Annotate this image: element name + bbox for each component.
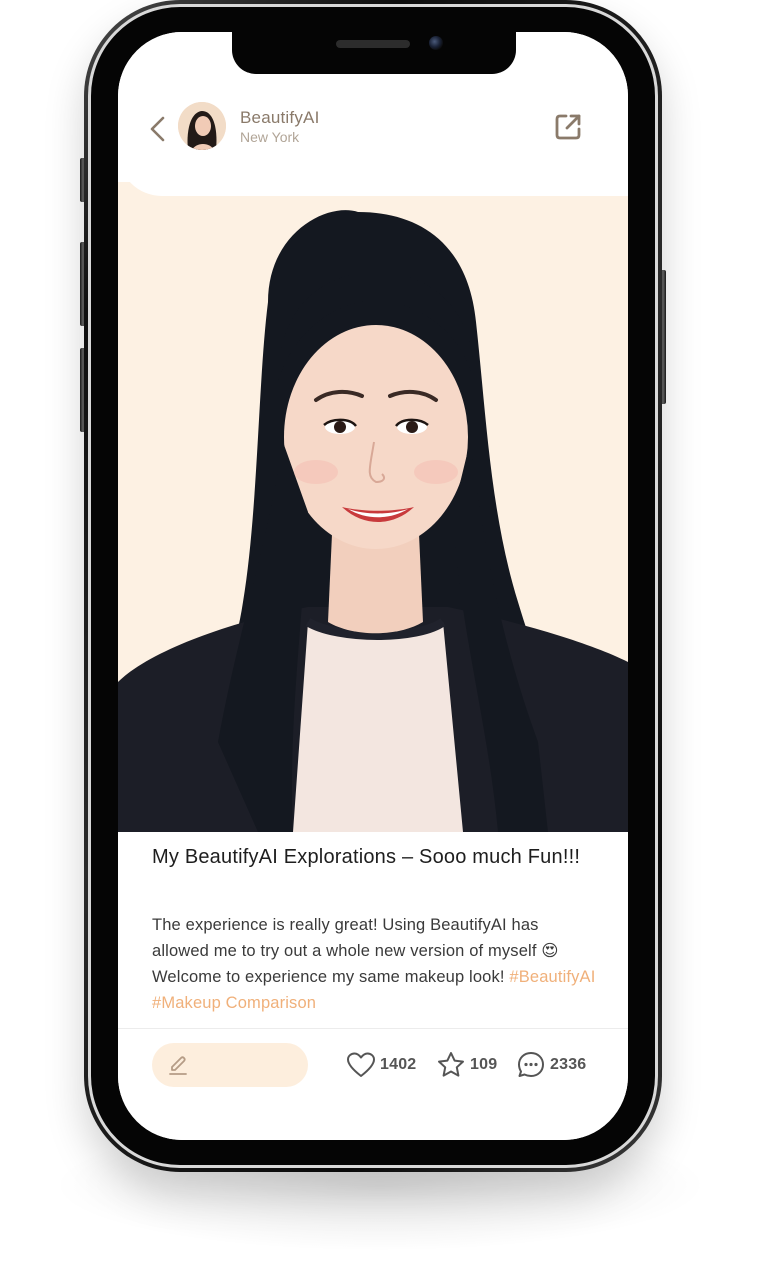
hashtag-makeup-comparison[interactable]: #Makeup Comparison: [152, 994, 316, 1012]
post-body: The experience is really great! Using Be…: [152, 912, 596, 1016]
back-button[interactable]: [146, 114, 170, 144]
action-bar: 1402 109 2336: [118, 1029, 628, 1109]
post-body-text: The experience is really great! Using Be…: [152, 916, 559, 986]
hashtag-beautifyai[interactable]: #BeautifyAI: [509, 968, 595, 986]
avatar-image: [178, 102, 226, 150]
user-location: New York: [240, 129, 300, 145]
speech-bubble-icon: [518, 1052, 544, 1077]
comment-count: 2336: [550, 1056, 587, 1073]
avatar[interactable]: [178, 102, 226, 150]
device-mockup-stage: BeautifyAI New York My BeautifyAI Explor…: [0, 0, 757, 1280]
heart-icon: [347, 1052, 375, 1077]
notch: [232, 32, 516, 74]
portrait-illustration: [118, 210, 628, 832]
post-content: My BeautifyAI Explorations – Sooo much F…: [118, 832, 628, 1140]
favorite-button[interactable]: 109: [436, 1049, 497, 1081]
star-icon: [438, 1052, 464, 1077]
pencil-icon: [169, 1056, 187, 1075]
phone-frame: BeautifyAI New York My BeautifyAI Explor…: [84, 0, 662, 1172]
like-button[interactable]: 1402: [346, 1049, 416, 1081]
chevron-left-icon: [150, 116, 165, 142]
external-link-icon: [555, 114, 581, 140]
like-count: 1402: [380, 1056, 417, 1073]
post-title: My BeautifyAI Explorations – Sooo much F…: [152, 846, 581, 868]
earpiece-speaker: [336, 40, 410, 48]
share-button[interactable]: [553, 112, 583, 142]
comment-input[interactable]: [152, 1043, 308, 1087]
front-camera: [429, 36, 443, 50]
post-photo[interactable]: [118, 182, 628, 832]
username[interactable]: BeautifyAI: [240, 108, 320, 128]
phone-screen: BeautifyAI New York My BeautifyAI Explor…: [118, 32, 628, 1140]
comment-button[interactable]: 2336: [516, 1049, 586, 1081]
favorite-count: 109: [470, 1056, 498, 1073]
